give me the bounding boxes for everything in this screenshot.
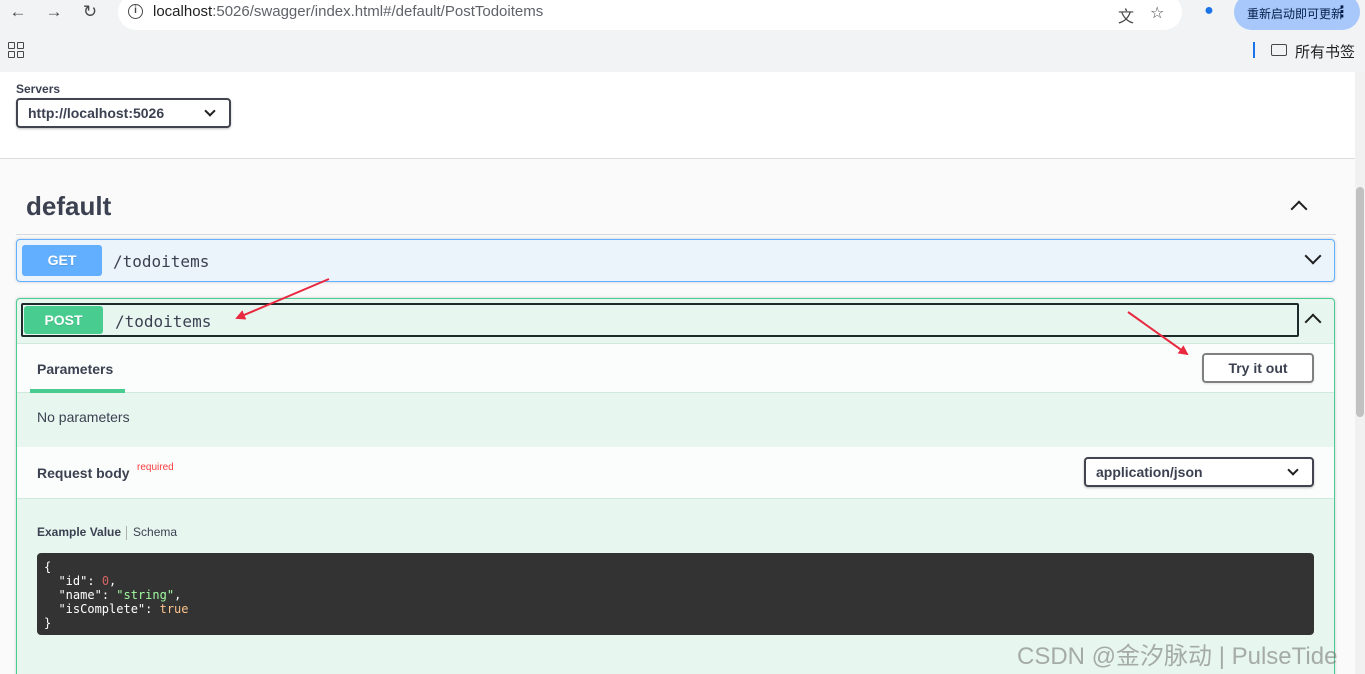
- code-punct: ,: [109, 574, 117, 588]
- content-type-select[interactable]: application/json: [1084, 457, 1314, 487]
- watermark-text: CSDN @金汐脉动 | PulseTide: [1017, 643, 1338, 670]
- folder-icon: [1271, 44, 1287, 56]
- tab-parameters[interactable]: Parameters: [37, 361, 113, 377]
- url-path: :5026/swagger/index.html#/default/PostTo…: [212, 3, 544, 20]
- content-type-value: application/json: [1096, 464, 1203, 480]
- operation-get-todoitems[interactable]: GET /todoitems: [16, 239, 1335, 282]
- forward-icon[interactable]: →: [44, 2, 64, 22]
- swagger-page: Servers http://localhost:5026 default GE…: [0, 72, 1355, 674]
- example-tabs: Example Value Schema: [37, 525, 177, 540]
- profile-icon[interactable]: ●: [1198, 2, 1220, 22]
- code-brace-open: {: [44, 560, 52, 574]
- code-key: "id": [58, 574, 88, 588]
- operation-path: /todoitems: [113, 252, 210, 271]
- tag-name: default: [26, 191, 112, 221]
- back-icon[interactable]: ←: [8, 2, 28, 22]
- tab-active-indicator: [30, 389, 125, 393]
- chevron-down-icon: [1287, 464, 1299, 476]
- star-icon[interactable]: ☆: [1150, 3, 1164, 23]
- apps-icon[interactable]: [8, 42, 24, 58]
- browser-chrome: ← → ↻ i localhost:5026/swagger/index.htm…: [0, 0, 1365, 72]
- code-key: "name": [58, 588, 102, 602]
- code-key: "isComplete": [58, 602, 146, 616]
- chevron-up-icon[interactable]: [1304, 313, 1322, 331]
- try-it-out-button[interactable]: Try it out: [1202, 353, 1314, 383]
- tab-divider: [126, 525, 128, 540]
- server-select-value: http://localhost:5026: [28, 105, 165, 121]
- request-body-title: Request body: [37, 465, 130, 481]
- chevron-up-icon[interactable]: [1290, 200, 1308, 218]
- no-parameters-text: No parameters: [37, 409, 130, 425]
- address-url[interactable]: localhost:5026/swagger/index.html#/defau…: [153, 3, 543, 20]
- translate-icon[interactable]: 文: [1118, 3, 1134, 27]
- code-punct: ,: [174, 588, 182, 602]
- tab-example-value[interactable]: Example Value: [37, 525, 121, 539]
- code-value: "string": [116, 588, 175, 602]
- url-host: localhost: [153, 3, 213, 20]
- operation-path: /todoitems: [115, 312, 212, 331]
- code-brace-close: }: [44, 616, 52, 630]
- menu-icon[interactable]: ⋮: [1334, 2, 1350, 22]
- update-button-label: 重新启动即可更新: [1247, 7, 1344, 21]
- bookmark-separator: [1253, 42, 1255, 58]
- servers-title: Servers: [16, 82, 61, 96]
- method-badge-post: POST: [24, 306, 103, 334]
- update-button[interactable]: 重新启动即可更新 ⋮: [1234, 0, 1360, 30]
- page-scrollbar[interactable]: [1355, 72, 1365, 674]
- reload-icon[interactable]: ↻: [80, 2, 100, 22]
- chevron-down-icon: [204, 105, 216, 117]
- chevron-down-icon[interactable]: [1304, 247, 1322, 265]
- scrollbar-thumb[interactable]: [1356, 187, 1364, 417]
- code-value: 0: [101, 574, 110, 588]
- all-bookmarks-label[interactable]: 所有书签: [1295, 41, 1355, 62]
- request-body-header: Request body required application/json: [17, 447, 1334, 499]
- required-badge: required: [137, 462, 174, 473]
- code-value: true: [159, 602, 189, 616]
- server-select[interactable]: http://localhost:5026: [16, 98, 231, 128]
- address-bar[interactable]: i localhost:5026/swagger/index.html#/def…: [118, 0, 1182, 30]
- info-icon[interactable]: i: [128, 4, 143, 19]
- example-code-block: { "id": 0, "name": "string", "isComplete…: [37, 553, 1314, 635]
- method-badge-get: GET: [22, 245, 102, 276]
- parameters-header: Parameters Try it out: [17, 343, 1334, 393]
- tag-section-header[interactable]: default: [16, 183, 1336, 235]
- operation-summary[interactable]: POST /todoitems: [21, 303, 1299, 337]
- tab-schema[interactable]: Schema: [133, 525, 177, 539]
- servers-section: Servers http://localhost:5026: [0, 72, 1355, 159]
- operation-post-todoitems: POST /todoitems Parameters Try it out No…: [16, 298, 1335, 674]
